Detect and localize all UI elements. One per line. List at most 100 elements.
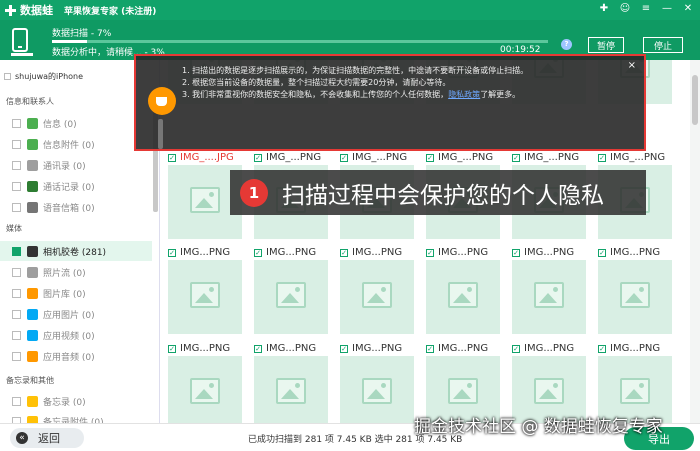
checkbox[interactable] — [12, 139, 21, 149]
photo-thumbnail[interactable] — [254, 356, 328, 423]
sidebar-item-call-history[interactable]: 通话记录 (0) — [0, 176, 152, 196]
close-icon[interactable]: ✕ — [682, 3, 694, 15]
photo-filename[interactable]: ✓ IMG_...PNG — [426, 152, 493, 163]
checkbox[interactable] — [12, 351, 21, 361]
logo-cross-icon — [4, 4, 17, 17]
sidebar-item-photo-stream[interactable]: 照片流 (0) — [0, 262, 152, 282]
phone-call-icon — [27, 180, 38, 192]
minimize-icon[interactable]: — — [661, 3, 673, 15]
checkbox[interactable] — [12, 246, 21, 256]
photo-checkbox[interactable]: ✓ — [598, 248, 606, 257]
photo-filename[interactable]: ✓ IMG...PNG — [168, 247, 230, 258]
photo-filename[interactable]: ✓ IMG...PNG — [512, 343, 574, 354]
photo-filename[interactable]: ✓ IMG_...PNG — [254, 152, 321, 163]
photo-checkbox[interactable]: ✓ — [254, 248, 262, 257]
photo-checkbox[interactable]: ✓ — [340, 153, 348, 162]
photo-thumbnail[interactable] — [254, 260, 328, 334]
photo-checkbox[interactable]: ✓ — [340, 248, 348, 257]
photo-thumbnail[interactable] — [340, 356, 414, 423]
checkbox[interactable] — [12, 267, 21, 277]
image-placeholder-icon — [190, 282, 220, 308]
photo-checkbox[interactable]: ✓ — [426, 248, 434, 257]
photo-checkbox[interactable]: ✓ — [340, 344, 348, 353]
image-placeholder-icon — [534, 378, 564, 404]
logo-text: 数据蛙 — [20, 4, 53, 17]
stop-button[interactable]: 停止 — [643, 37, 683, 53]
sidebar-item-app-photos[interactable]: 应用图片 (0) — [0, 304, 152, 324]
photo-thumbnail[interactable] — [168, 260, 242, 334]
phone-icon — [12, 28, 28, 52]
photo-thumbnail[interactable] — [598, 260, 672, 334]
sidebar-item-app-videos[interactable]: 应用视频 (0) — [0, 325, 152, 345]
photo-checkbox[interactable]: ✓ — [512, 248, 520, 257]
checkbox[interactable] — [12, 181, 21, 191]
photo-checkbox[interactable]: ✓ — [254, 153, 262, 162]
photo-filename[interactable]: ✓ IMG...PNG — [598, 247, 660, 258]
device-checkbox[interactable] — [4, 73, 11, 80]
photo-filename[interactable]: ✓ IMG...PNG — [340, 247, 402, 258]
checkbox[interactable] — [12, 160, 21, 170]
photo-filename[interactable]: ✓ IMG...PNG — [512, 247, 574, 258]
photo-filename[interactable]: ✓ IMG...PNG — [426, 343, 488, 354]
photo-filename[interactable]: ✓ IMG...PNG — [340, 343, 402, 354]
photo-checkbox[interactable]: ✓ — [254, 344, 262, 353]
privacy-policy-link[interactable]: 隐私政策 — [448, 90, 480, 99]
photo-filename[interactable]: ✓ IMG...PNG — [254, 343, 316, 354]
photo-filename[interactable]: ✓ IMG_...PNG — [598, 152, 665, 163]
image-placeholder-icon — [190, 187, 220, 213]
checkbox[interactable] — [12, 202, 21, 212]
photo-checkbox[interactable]: ✓ — [426, 153, 434, 162]
checkbox[interactable] — [12, 330, 21, 340]
back-button[interactable]: « 返回 — [10, 428, 84, 448]
sidebar-item-contacts[interactable]: 通讯录 (0) — [0, 155, 152, 175]
photo-filename[interactable]: ✓ IMG...PNG — [254, 247, 316, 258]
sidebar-item-voicemail[interactable]: 语音信箱 (0) — [0, 197, 152, 217]
photo-filename[interactable]: ✓ IMG_....JPG — [168, 152, 234, 163]
pause-button[interactable]: 暂停 — [588, 37, 624, 53]
photo-thumbnail[interactable] — [512, 260, 586, 334]
photo-checkbox[interactable]: ✓ — [512, 153, 520, 162]
sidebar-item-label: 应用视频 (0) — [43, 331, 95, 342]
photo-filename[interactable]: ✓ IMG_...PNG — [512, 152, 579, 163]
photo-filename[interactable]: ✓ IMG...PNG — [598, 343, 660, 354]
photo-checkbox[interactable]: ✓ — [168, 344, 176, 353]
photo-thumbnail[interactable] — [426, 260, 500, 334]
sidebar-item-label: 应用音频 (0) — [43, 352, 95, 363]
photo-filename[interactable]: ✓ IMG...PNG — [168, 343, 230, 354]
photo-thumbnail[interactable] — [340, 260, 414, 334]
help-icon[interactable]: ? — [561, 39, 572, 50]
message-icon — [27, 117, 38, 129]
device-row[interactable]: shujuwa的iPhone — [4, 71, 83, 82]
checkbox[interactable] — [12, 118, 21, 128]
photo-checkbox[interactable]: ✓ — [426, 344, 434, 353]
attachment-icon — [27, 138, 38, 150]
checkbox[interactable] — [12, 288, 21, 298]
sidebar-item-photo-library[interactable]: 图片库 (0) — [0, 283, 152, 303]
notice-scrollbar[interactable] — [158, 119, 163, 149]
checkbox[interactable] — [12, 396, 21, 406]
close-icon[interactable]: × — [628, 60, 636, 71]
sidebar-item-message-attachments[interactable]: 信息附件 (0) — [0, 134, 152, 154]
user-icon[interactable]: ☺ — [619, 3, 631, 15]
photo-checkbox[interactable]: ✓ — [598, 344, 606, 353]
photo-checkbox[interactable]: ✓ — [598, 153, 606, 162]
sidebar-item-label: 通话记录 (0) — [43, 182, 95, 193]
content-scrollbar[interactable] — [692, 75, 698, 125]
sidebar-item-app-audio[interactable]: 应用音频 (0) — [0, 346, 152, 366]
menu-icon[interactable]: ≡ — [640, 3, 652, 15]
photo-checkbox[interactable]: ✓ — [512, 344, 520, 353]
sidebar-item-camera-roll[interactable]: 相机胶卷 (281) — [0, 241, 152, 261]
photo-thumbnail[interactable] — [168, 356, 242, 423]
image-placeholder-icon — [362, 378, 392, 404]
gift-icon[interactable]: ✚ — [598, 3, 610, 15]
sidebar-item-messages[interactable]: 信息 (0) — [0, 113, 152, 133]
notice-line-3: 3. 我们非常重视你的数据安全和隐私，不会收集和上传您的个人任何数据，隐私政策了… — [182, 89, 528, 101]
section-title-media: 媒体 — [6, 224, 22, 233]
photo-checkbox[interactable]: ✓ — [168, 153, 176, 162]
photo-filename[interactable]: ✓ IMG...PNG — [426, 247, 488, 258]
checkbox[interactable] — [12, 309, 21, 319]
sidebar-item-notes[interactable]: 备忘录 (0) — [0, 391, 152, 411]
photo-filename[interactable]: ✓ IMG_...PNG — [340, 152, 407, 163]
sidebar-item-label: 备忘录 (0) — [43, 397, 86, 408]
photo-checkbox[interactable]: ✓ — [168, 248, 176, 257]
